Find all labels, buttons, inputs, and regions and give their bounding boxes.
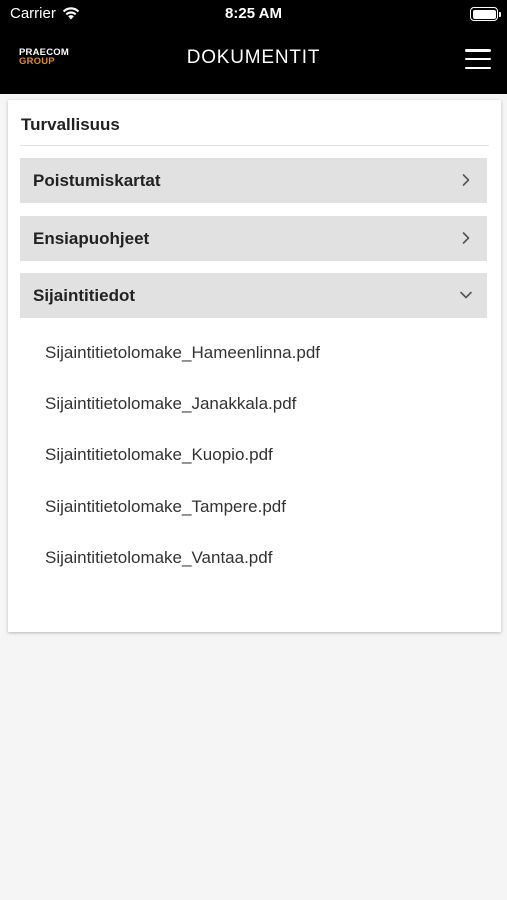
chevron-down-icon bbox=[460, 291, 472, 299]
divider bbox=[20, 145, 489, 146]
category-poistumiskartat[interactable]: Poistumiskartat bbox=[20, 158, 487, 203]
app-header: PRAECOM GROUP DOKUMENTIT bbox=[0, 28, 507, 94]
file-link-janakkala[interactable]: Sijaintitietolomake_Janakkala.pdf bbox=[45, 394, 296, 414]
category-label: Ensiapuohjeet bbox=[33, 229, 150, 248]
file-link-kuopio[interactable]: Sijaintitietolomake_Kuopio.pdf bbox=[45, 445, 273, 465]
file-link-vantaa[interactable]: Sijaintitietolomake_Vantaa.pdf bbox=[45, 548, 272, 568]
file-link-hameenlinna[interactable]: Sijaintitietolomake_Hameenlinna.pdf bbox=[45, 343, 320, 363]
status-bar: Carrier 8:25 AM bbox=[0, 0, 507, 28]
category-sijaintitiedot[interactable]: Sijaintitiedot bbox=[20, 273, 487, 318]
battery-level bbox=[472, 9, 496, 19]
chevron-right-icon bbox=[462, 174, 470, 186]
menu-bar bbox=[465, 57, 491, 61]
category-label: Sijaintitiedot bbox=[33, 286, 135, 305]
menu-bar bbox=[465, 66, 491, 69]
chevron-right-icon bbox=[462, 232, 470, 244]
page-title: DOKUMENTIT bbox=[186, 47, 321, 68]
category-ensiapuohjeet[interactable]: Ensiapuohjeet bbox=[20, 216, 487, 261]
status-time: 8:25 AM bbox=[225, 5, 282, 22]
section-title: Turvallisuus bbox=[21, 115, 120, 134]
menu-bar bbox=[465, 49, 491, 52]
hamburger-menu-icon[interactable] bbox=[465, 49, 491, 69]
battery-icon bbox=[470, 7, 501, 21]
category-label: Poistumiskartat bbox=[33, 171, 161, 190]
documents-card: Turvallisuus Poistumiskartat Ensiapuohje… bbox=[8, 100, 501, 632]
file-link-tampere[interactable]: Sijaintitietolomake_Tampere.pdf bbox=[45, 497, 286, 517]
